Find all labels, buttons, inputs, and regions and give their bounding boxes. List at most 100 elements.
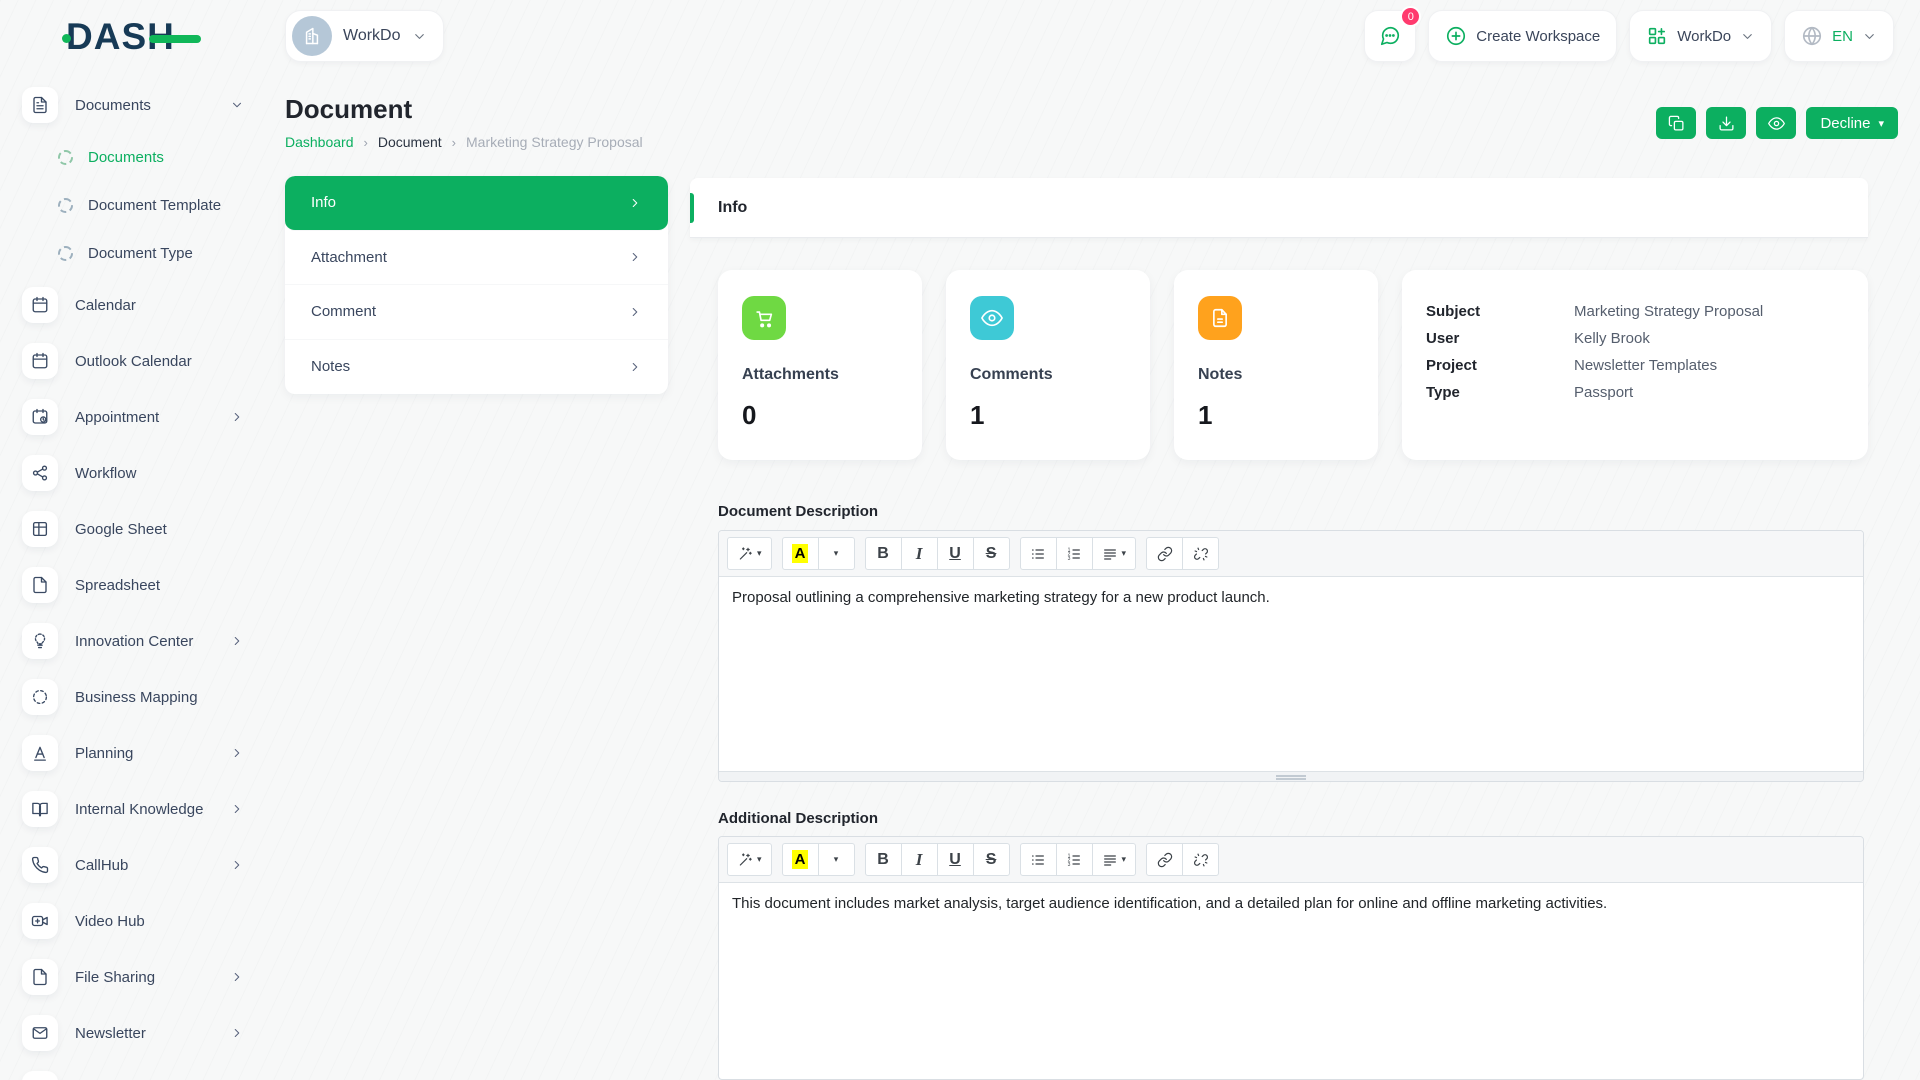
preview-button[interactable] — [1756, 107, 1797, 139]
sidebar-item-spreadsheet[interactable]: Spreadsheet — [22, 557, 272, 613]
book-open-icon — [31, 800, 49, 818]
detail-label: Project — [1426, 357, 1477, 374]
logo-dash — [148, 35, 201, 43]
create-workspace-button[interactable]: Create Workspace — [1428, 10, 1618, 62]
toolbar-paragraph-align-button[interactable]: ▾ — [1091, 537, 1137, 570]
sidebar-item-appointment[interactable]: Appointment — [22, 389, 272, 445]
font-color-glyph: A — [791, 850, 809, 869]
underline-glyph: U — [949, 850, 961, 868]
dashed-circle-icon — [58, 149, 73, 165]
sidebar-subitem-document-template[interactable]: Document Template — [22, 181, 272, 229]
strikethrough-glyph: S — [985, 850, 997, 868]
toolbar-paragraph-align-button[interactable]: ▾ — [1091, 843, 1137, 876]
toolbar-ordered-list-button[interactable]: 123 — [1055, 843, 1093, 876]
toolbar-style-dropdown-button[interactable]: ▾ — [727, 537, 772, 570]
toolbar-underline-button[interactable]: U — [936, 537, 974, 570]
magic-icon — [737, 852, 753, 868]
toolbar-link-button[interactable] — [1146, 537, 1184, 570]
rich-text-editor-document-description: ▾ A ▾ B I U S 1 2 3 ▾ Proposal outlining a comprehe… — [718, 530, 1864, 782]
toolbar-unordered-list-button[interactable] — [1019, 843, 1057, 876]
decline-dropdown-button[interactable]: Decline ▾ — [1806, 107, 1898, 139]
sidebar-item-calendar[interactable]: Calendar — [22, 277, 272, 333]
sidebar-item-documents[interactable]: Documents — [22, 77, 272, 133]
sidebar-item-label: Google Sheet — [75, 520, 167, 538]
workspace-dropdown[interactable]: WorkDo — [1629, 10, 1773, 62]
toolbar-underline-button[interactable]: U — [936, 843, 974, 876]
sidebar-item-callhub[interactable]: CallHub — [22, 837, 272, 893]
svg-text:3: 3 — [1068, 861, 1071, 867]
sidebar-subitem-document-type[interactable]: Document Type — [22, 229, 272, 277]
breadcrumb-marketing-strategy-proposal: Marketing Strategy Proposal — [466, 134, 643, 150]
stat-card-attachments: Attachments 0 — [718, 270, 922, 460]
breadcrumb-document[interactable]: Document — [378, 134, 442, 150]
chevron-down-icon — [1740, 29, 1755, 44]
detail-row-user: User Kelly Brook — [1426, 325, 1844, 352]
toolbar-font-color-button[interactable]: A — [781, 537, 819, 570]
chevron-right-icon — [230, 1026, 244, 1040]
sidebar-item-innovation-center[interactable]: Innovation Center — [22, 613, 272, 669]
app-logo[interactable]: DASH — [62, 18, 201, 56]
sidebar-item-newsletter[interactable]: Newsletter — [22, 1005, 272, 1061]
video-plus-icon — [31, 912, 49, 930]
sidebar-subitem-documents[interactable]: Documents — [22, 133, 272, 181]
toolbar-bold-button[interactable]: B — [864, 843, 902, 876]
sidebar-item-outlook-calendar[interactable]: Outlook Calendar — [22, 333, 272, 389]
info-section-header: Info — [690, 178, 1868, 238]
stat-card-comments: Comments 1 — [946, 270, 1150, 460]
sidebar-item-video-hub[interactable]: Video Hub — [22, 893, 272, 949]
editor-resize-bar[interactable] — [719, 771, 1863, 781]
strikethrough-glyph: S — [985, 544, 997, 562]
editor-label-document-description: Document Description — [718, 503, 879, 520]
toolbar-button-group — [1146, 843, 1220, 876]
sidebar-item-partial[interactable] — [22, 1061, 272, 1080]
toolbar-link-button[interactable] — [1146, 843, 1184, 876]
copy-button[interactable] — [1656, 107, 1697, 139]
messages-badge: 0 — [1400, 6, 1422, 27]
toolbar-button-group: ▾ — [727, 537, 772, 570]
topbar-actions: 0 Create Workspace WorkDo EN — [1364, 6, 1894, 62]
download-button[interactable] — [1706, 107, 1747, 139]
toolbar-italic-button[interactable]: I — [900, 843, 938, 876]
toolbar-strikethrough-button[interactable]: S — [972, 843, 1010, 876]
toolbar-italic-button[interactable]: I — [900, 537, 938, 570]
sidebar-item-internal-knowledge[interactable]: Internal Knowledge — [22, 781, 272, 837]
table-icon — [31, 520, 49, 538]
toolbar-unordered-list-button[interactable] — [1019, 537, 1057, 570]
stat-label: Notes — [1198, 366, 1243, 383]
eye-icon — [981, 307, 1003, 329]
editor-label-additional-description: Additional Description — [718, 810, 879, 827]
workflow-icon — [31, 464, 49, 482]
sidebar-item-planning[interactable]: Planning — [22, 725, 272, 781]
detail-label: Type — [1426, 384, 1460, 401]
messages-button[interactable]: 0 — [1364, 6, 1422, 62]
toolbar-strikethrough-button[interactable]: S — [972, 537, 1010, 570]
tab-comment[interactable]: Comment — [285, 285, 668, 340]
sidebar-item-file-sharing[interactable]: File Sharing — [22, 949, 272, 1005]
sidebar-item-workflow[interactable]: Workflow — [22, 445, 272, 501]
toolbar-unlink-button[interactable] — [1182, 537, 1220, 570]
breadcrumb-dashboard[interactable]: Dashboard — [285, 134, 354, 150]
toolbar-style-dropdown-button[interactable]: ▾ — [727, 843, 772, 876]
tab-label: Attachment — [311, 248, 387, 266]
toolbar-font-color-more-button[interactable]: ▾ — [817, 843, 855, 876]
toolbar-font-color-more-button[interactable]: ▾ — [817, 537, 855, 570]
toolbar-unlink-button[interactable] — [1182, 843, 1220, 876]
tab-info[interactable]: Info — [285, 176, 668, 231]
tab-notes[interactable]: Notes — [285, 340, 668, 395]
toolbar-button-group: 1 2 3 ▾ — [1019, 843, 1137, 876]
toolbar-ordered-list-button[interactable]: 123 — [1055, 537, 1093, 570]
toolbar-bold-button[interactable]: B — [864, 537, 902, 570]
sidebar-item-business-mapping[interactable]: Business Mapping — [22, 669, 272, 725]
tab-attachment[interactable]: Attachment — [285, 231, 668, 285]
language-selector[interactable]: EN — [1784, 10, 1894, 62]
toolbar-font-color-button[interactable]: A — [781, 843, 819, 876]
unlink-icon — [1193, 546, 1209, 562]
letter-a-icon — [31, 744, 49, 762]
chevron-right-icon — [230, 970, 244, 984]
editor-content[interactable]: Proposal outlining a comprehensive marke… — [719, 577, 1863, 771]
workspace-selector[interactable]: WorkDo — [285, 10, 444, 62]
sidebar-item-google-sheet[interactable]: Google Sheet — [22, 501, 272, 557]
chevron-right-icon — [628, 305, 642, 319]
editor-content[interactable]: This document includes market analysis, … — [719, 883, 1863, 1079]
list-ul-icon — [1030, 546, 1046, 562]
